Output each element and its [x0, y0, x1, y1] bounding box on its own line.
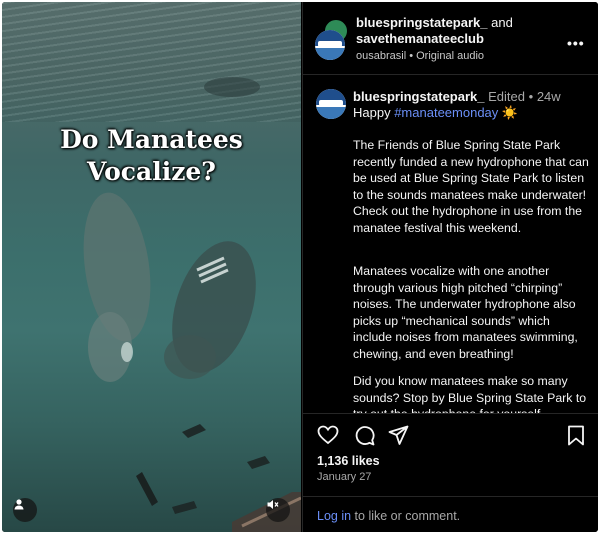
heart-icon[interactable]: [317, 425, 339, 445]
audio-user[interactable]: ousabrasil: [356, 50, 406, 62]
collab-avatar-1[interactable]: [315, 30, 345, 60]
greeting-text: Happy: [353, 105, 391, 120]
user-icon: [14, 499, 24, 510]
hashtag-link[interactable]: #manateemonday: [394, 105, 498, 120]
post-date: January 27: [317, 471, 372, 483]
more-options-icon[interactable]: •••: [567, 35, 585, 51]
divider: [303, 413, 598, 414]
caption-line-1: Do Manatees: [60, 125, 243, 154]
header-account-1[interactable]: bluespringstatepark_: [356, 15, 488, 30]
send-icon[interactable]: [388, 425, 409, 446]
action-bar: [317, 425, 587, 447]
login-link[interactable]: Log in: [317, 509, 351, 523]
author-avatar[interactable]: [316, 89, 346, 119]
user-tag-button[interactable]: [13, 498, 37, 522]
post-modal: Do Manatees Vocalize? bluespringstatepar…: [2, 2, 598, 532]
video-player[interactable]: Do Manatees Vocalize?: [2, 2, 301, 532]
audio-label[interactable]: Original audio: [416, 50, 484, 62]
post-username[interactable]: bluespringstatepark_: [353, 89, 485, 104]
post-author-line: bluespringstatepark_ Edited • 24w: [353, 89, 561, 104]
video-caption: Do Manatees Vocalize?: [2, 124, 301, 188]
caption-line-2: Vocalize?: [87, 157, 216, 186]
post-dot: •: [528, 89, 534, 104]
post-paragraph-2: Manatees vocalize with one another throu…: [353, 264, 578, 361]
bookmark-icon[interactable]: [567, 425, 585, 446]
post-paragraph-3: Did you know manatees make so many sound…: [353, 374, 587, 413]
header-account-2[interactable]: savethemanateeclub: [356, 31, 484, 46]
login-prompt: Log in to like or comment.: [317, 509, 460, 523]
post-body[interactable]: bluespringstatepark_ Edited • 24w Happy …: [303, 75, 598, 413]
login-rest: to like or comment.: [354, 509, 461, 523]
post-sidebar: bluespringstatepark_ and savethemanateec…: [302, 2, 598, 532]
mute-icon: [267, 500, 279, 509]
header-accounts: bluespringstatepark_ and savethemanateec…: [356, 15, 556, 47]
sun-emoji: ☀️: [501, 105, 519, 120]
manatee-scene: [83, 77, 301, 532]
post-edited: Edited: [488, 89, 525, 104]
greeting-line: Happy #manateemonday ☀️: [353, 105, 518, 121]
comment-icon[interactable]: [354, 425, 375, 446]
audio-sep: •: [409, 50, 414, 62]
mute-button[interactable]: [266, 498, 290, 522]
audio-info: ousabrasil • Original audio: [356, 50, 484, 62]
divider: [303, 496, 598, 497]
header-and: and: [491, 15, 513, 30]
post-header: bluespringstatepark_ and savethemanateec…: [303, 2, 598, 75]
post-paragraph-1: The Friends of Blue Spring State Park re…: [353, 138, 589, 235]
like-count[interactable]: 1,136 likes: [317, 454, 380, 468]
post-age[interactable]: 24w: [537, 89, 561, 104]
